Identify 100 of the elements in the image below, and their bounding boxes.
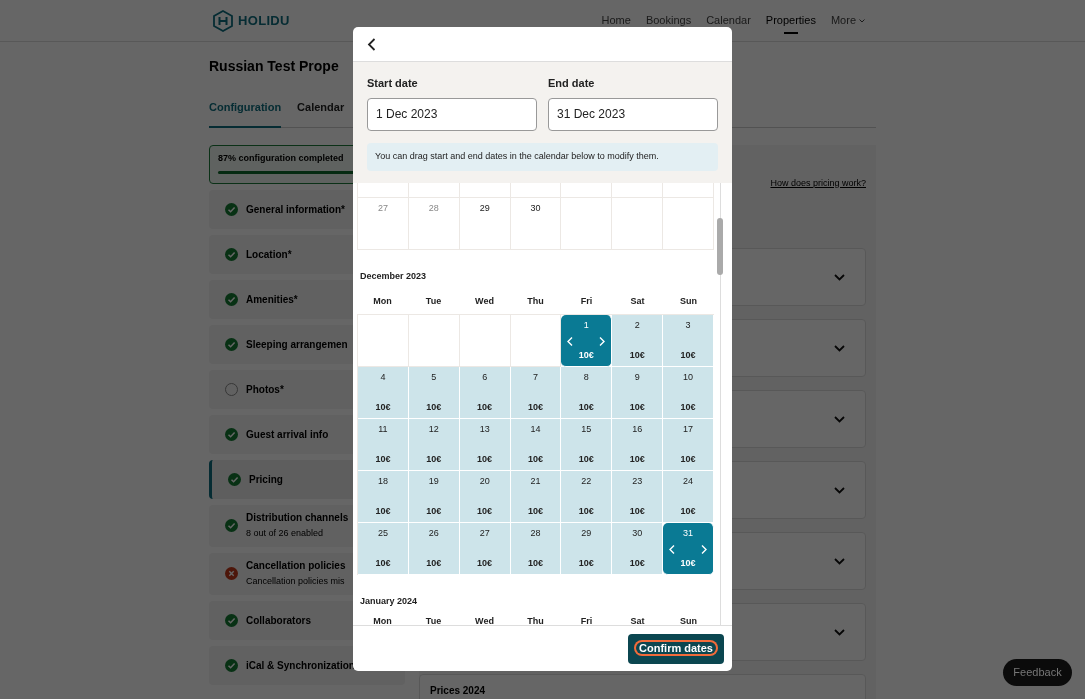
calendar-day[interactable]: 29 10€ (561, 523, 613, 575)
day-price: 10€ (426, 400, 442, 414)
day-number: 13 (479, 423, 490, 436)
weekday-label: Fri (579, 614, 594, 625)
calendar-day[interactable]: 19 10€ (408, 471, 460, 523)
calendar-day[interactable]: 12 10€ (408, 419, 460, 471)
day-price: 10€ (578, 400, 594, 414)
calendar-day[interactable]: 26 10€ (408, 523, 460, 575)
item-subtitle: Cancellation policies mis (246, 575, 346, 589)
calendar-day[interactable]: 13 10€ (459, 419, 511, 471)
calendar-cell (663, 198, 714, 250)
chevron-right-icon[interactable] (599, 336, 606, 346)
accordion-card[interactable]: Prices 2024 (419, 674, 866, 699)
day-price: 10€ (477, 452, 493, 466)
back-icon[interactable] (367, 37, 376, 51)
check-circle-icon (225, 613, 238, 627)
item-subtitle: 8 out of 26 enabled (246, 527, 325, 541)
day-number: 22 (581, 475, 592, 488)
day-number: 19 (428, 475, 439, 488)
chevron-right-icon[interactable] (701, 544, 707, 554)
weekday-label: Tue (424, 614, 443, 625)
calendar-day[interactable]: 22 10€ (561, 471, 613, 523)
calendar-day[interactable]: 7 10€ (510, 367, 562, 419)
day-number: 12 (428, 423, 439, 436)
confirm-dates-button[interactable]: Confirm dates (628, 633, 724, 664)
house-logo-icon (213, 9, 233, 32)
calendar-day[interactable]: 15 10€ (561, 419, 613, 471)
calendar-day[interactable]: 6 10€ (459, 367, 511, 419)
calendar-day[interactable]: 29 (459, 198, 511, 250)
item-label: Guest arrival info (246, 427, 329, 442)
calendar-day[interactable]: 5 10€ (408, 367, 460, 419)
calendar-day[interactable]: 17 10€ (663, 419, 714, 471)
calendar-day[interactable]: 11 10€ (358, 419, 409, 471)
calendar-day[interactable]: 4 10€ (358, 367, 409, 419)
item-label: Photos* (246, 382, 284, 397)
day-number: 24 (683, 475, 694, 488)
day-number: 30 (632, 527, 643, 540)
day-price: 10€ (527, 400, 543, 414)
calendar-day[interactable]: 2 10€ (612, 315, 664, 367)
weekday-label: Fri (579, 294, 594, 308)
feedback-button[interactable]: Feedback (1003, 659, 1072, 686)
day-price: 10€ (426, 452, 442, 466)
weekday-label: Tue (424, 294, 443, 308)
chevron-left-icon[interactable] (669, 544, 676, 554)
calendar-day[interactable]: 30 (510, 198, 562, 250)
item-label: General information* (246, 202, 345, 217)
field-label: End date (548, 76, 596, 91)
calendar-day[interactable]: 24 10€ (663, 471, 714, 523)
page-title: Russian Test Prope (209, 57, 339, 76)
calendar-day[interactable]: 1 10€ (561, 315, 613, 367)
weekday-label: Sat (629, 614, 646, 625)
end-date-field[interactable]: 31 Dec 2023 (548, 97, 718, 131)
weekday-label: Sun (679, 614, 698, 625)
check-circle-icon (225, 427, 238, 441)
day-number: 14 (530, 423, 541, 436)
calendar-day[interactable]: 10 10€ (663, 367, 714, 419)
calendar-day[interactable]: 16 10€ (612, 419, 664, 471)
day-price: 10€ (578, 504, 594, 518)
day-number: 28 (530, 527, 541, 540)
item-label: Distribution channels (246, 511, 349, 526)
day-price: 10€ (629, 452, 645, 466)
item-label: Pricing (249, 472, 283, 487)
day-price: 10€ (477, 556, 493, 570)
check-circle-icon (225, 337, 238, 351)
calendar-day[interactable]: 20 10€ (459, 471, 511, 523)
calendar-day[interactable]: 9 10€ (612, 367, 664, 419)
item-label: Cancellation policies (246, 559, 346, 574)
calendar-day[interactable]: 25 10€ (358, 523, 409, 575)
calendar-day[interactable]: 28 10€ (510, 523, 562, 575)
weekday-label: Wed (474, 614, 495, 625)
day-number: 7 (533, 371, 538, 384)
day-price: 10€ (680, 504, 696, 518)
start-date-field[interactable]: 1 Dec 2023 (367, 97, 537, 131)
day-number: 11 (378, 423, 388, 436)
progress-label: 87% configuration completed (218, 151, 344, 165)
chevron-left-icon[interactable] (567, 336, 574, 346)
weekday-label: Thu (526, 294, 545, 308)
day-number: 21 (530, 475, 541, 488)
calendar-day[interactable]: 30 10€ (612, 523, 664, 575)
item-label: Collaborators (246, 613, 311, 628)
item-label: Amenities* (246, 292, 298, 307)
nav-link[interactable]: Properties (765, 0, 816, 42)
calendar-day[interactable]: 21 10€ (510, 471, 562, 523)
calendar-day[interactable]: 8 10€ (561, 367, 613, 419)
day-number: 28 (428, 202, 439, 215)
day-number: 5 (431, 371, 437, 384)
day-price: 10€ (680, 348, 696, 362)
scrollbar[interactable] (716, 183, 725, 625)
section-title: Prices 2024 (430, 685, 486, 696)
day-number: 18 (377, 475, 388, 488)
calendar-day[interactable]: 31 10€ (663, 523, 714, 575)
day-number: 3 (685, 319, 691, 332)
calendar-day[interactable]: 18 10€ (358, 471, 409, 523)
check-circle-icon (225, 519, 238, 532)
calendar-day[interactable]: 14 10€ (510, 419, 562, 471)
calendar-day[interactable]: 3 10€ (663, 315, 714, 367)
calendar-day[interactable]: 27 10€ (459, 523, 511, 575)
day-number: 31 (683, 527, 694, 540)
calendar-day[interactable]: 23 10€ (612, 471, 664, 523)
day-number: 26 (428, 527, 439, 540)
